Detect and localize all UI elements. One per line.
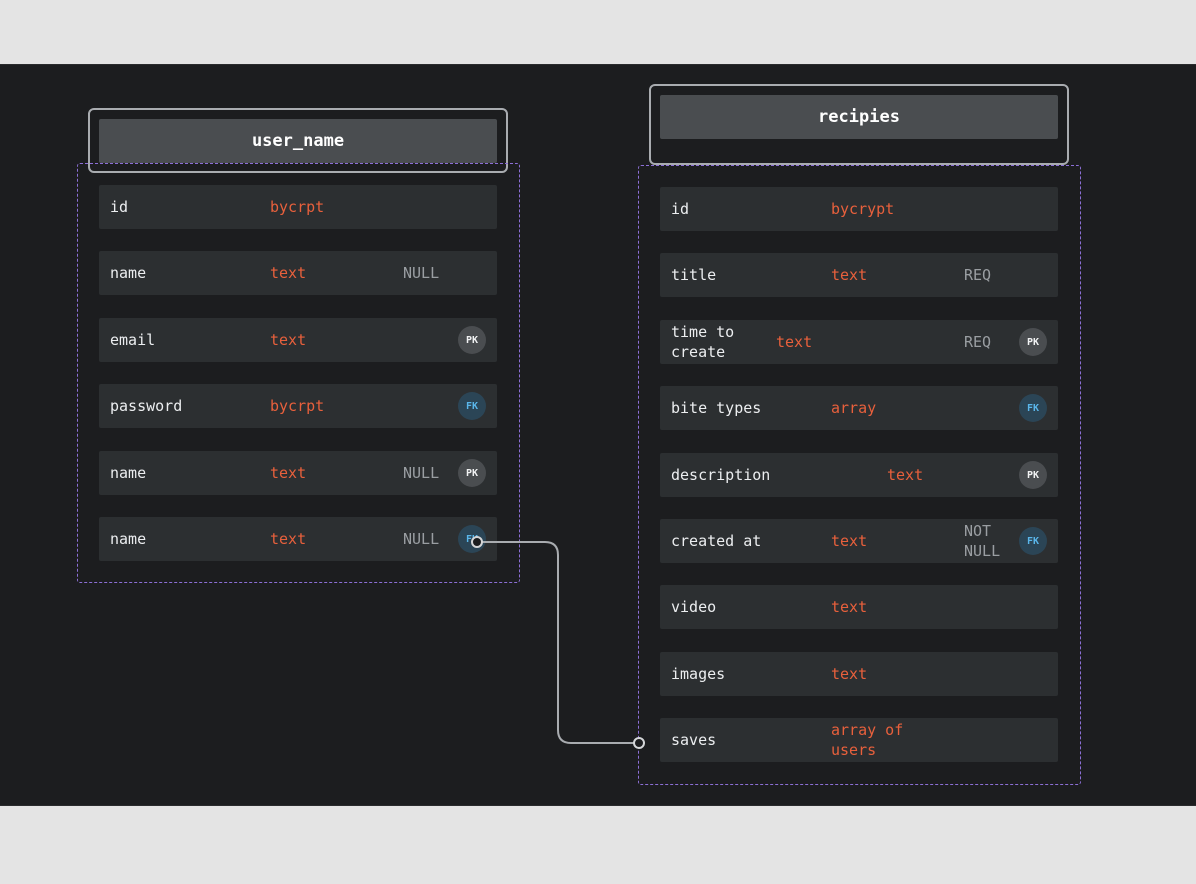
column-name: saves bbox=[671, 731, 717, 749]
recipies-row[interactable]: description text PK bbox=[660, 453, 1058, 497]
column-type: bycrpt bbox=[270, 198, 325, 216]
column-type: text bbox=[270, 530, 307, 548]
column-type: bycrpt bbox=[270, 397, 325, 415]
user-name-row[interactable]: name text NULL PK bbox=[99, 451, 497, 495]
column-name: name bbox=[110, 264, 147, 282]
recipies-row[interactable]: bite types array FK bbox=[660, 386, 1058, 430]
user-name-table-title: user_name bbox=[99, 119, 497, 163]
column-type: text bbox=[776, 333, 813, 351]
pk-key-badge: PK bbox=[1019, 461, 1047, 489]
column-name: time to create bbox=[671, 323, 735, 361]
column-name: images bbox=[671, 665, 726, 683]
pk-key-badge: PK bbox=[458, 326, 486, 354]
column-constraint: REQ bbox=[964, 266, 992, 284]
fk-key-badge: FK bbox=[458, 392, 486, 420]
column-type: text bbox=[270, 464, 307, 482]
column-type: text bbox=[831, 532, 868, 550]
recipies-row[interactable]: created at text NOT NULL FK bbox=[660, 519, 1058, 563]
column-constraint: NOT NULL bbox=[964, 522, 1001, 560]
column-name: password bbox=[110, 397, 183, 415]
pk-key-badge: PK bbox=[458, 459, 486, 487]
column-type: text bbox=[270, 264, 307, 282]
column-type: text bbox=[831, 665, 868, 683]
fk-key-badge: FK bbox=[458, 525, 486, 553]
column-name: id bbox=[110, 198, 129, 216]
column-constraint: NULL bbox=[403, 464, 440, 482]
fk-key-badge: FK bbox=[1019, 394, 1047, 422]
recipies-row[interactable]: video text bbox=[660, 585, 1058, 629]
column-name: id bbox=[671, 200, 690, 218]
column-type: array bbox=[831, 399, 877, 417]
recipies-row[interactable]: id bycrypt bbox=[660, 187, 1058, 231]
column-name: created at bbox=[671, 532, 762, 550]
column-name: description bbox=[671, 466, 771, 484]
user-name-row[interactable]: id bycrpt bbox=[99, 185, 497, 229]
column-constraint: NULL bbox=[403, 264, 440, 282]
column-name: name bbox=[110, 530, 147, 548]
user-name-row[interactable]: email text PK bbox=[99, 318, 497, 362]
pk-key-badge: PK bbox=[1019, 328, 1047, 356]
column-name: name bbox=[110, 464, 147, 482]
column-constraint: REQ bbox=[964, 333, 992, 351]
recipies-table-title: recipies bbox=[660, 95, 1058, 139]
column-name: email bbox=[110, 331, 156, 349]
column-type: array of users bbox=[831, 721, 904, 759]
user-name-row[interactable]: password bycrpt FK bbox=[99, 384, 497, 428]
user-name-row[interactable]: name text NULL FK bbox=[99, 517, 497, 561]
column-name: video bbox=[671, 598, 717, 616]
column-type: text bbox=[831, 598, 868, 616]
fk-key-badge: FK bbox=[1019, 527, 1047, 555]
column-type: text bbox=[831, 266, 868, 284]
recipies-row[interactable]: saves array of users bbox=[660, 718, 1058, 762]
column-constraint: NULL bbox=[403, 530, 440, 548]
column-type: bycrypt bbox=[831, 200, 895, 218]
recipies-row[interactable]: title text REQ bbox=[660, 253, 1058, 297]
column-name: title bbox=[671, 266, 717, 284]
user-name-row[interactable]: name text NULL bbox=[99, 251, 497, 295]
column-name: bite types bbox=[671, 399, 762, 417]
column-type: text bbox=[270, 331, 307, 349]
column-type: text bbox=[887, 466, 924, 484]
recipies-row[interactable]: images text bbox=[660, 652, 1058, 696]
recipies-row[interactable]: time to create text REQ PK bbox=[660, 320, 1058, 364]
